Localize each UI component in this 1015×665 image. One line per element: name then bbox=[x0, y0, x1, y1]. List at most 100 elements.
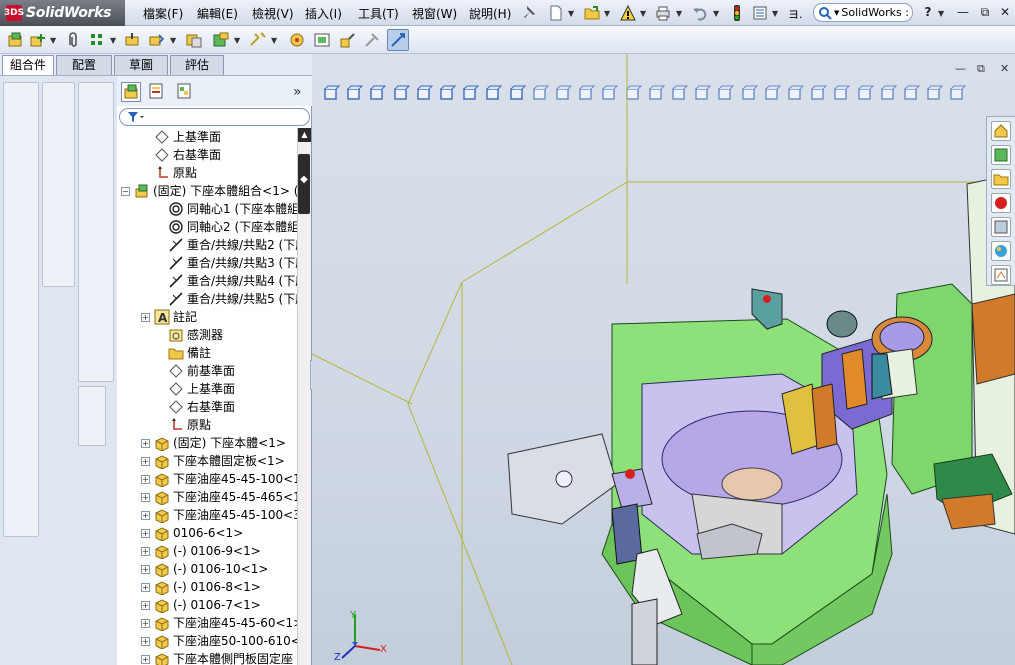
reference-geometry-icon[interactable] bbox=[248, 30, 268, 50]
feature-tree-node[interactable]: 原點 bbox=[141, 164, 197, 182]
expand-node-icon[interactable]: + bbox=[141, 600, 150, 610]
expand-panel-icon[interactable]: » bbox=[293, 84, 302, 100]
feature-tree-node[interactable]: + A 註記 bbox=[141, 308, 197, 326]
feature-tree-scroll-thumb[interactable]: ◆ bbox=[298, 154, 310, 214]
warning-icon[interactable] bbox=[618, 3, 638, 23]
feature-tree-node[interactable]: + 下座本體側門板固定座 bbox=[141, 650, 293, 665]
expand-node-icon[interactable]: + bbox=[141, 618, 150, 628]
feature-tree-node[interactable]: 右基準面 bbox=[141, 146, 221, 164]
feature-tree-node[interactable]: 上基準面 bbox=[141, 128, 221, 146]
feature-tree-node[interactable]: + 下座本體固定板<1> bbox=[141, 452, 285, 470]
feature-tree-node[interactable]: + (-) 0106-9<1> bbox=[141, 542, 261, 560]
pattern-dropdown-icon[interactable]: ▼ bbox=[110, 36, 116, 45]
feature-tree-node[interactable]: + (-) 0106-7<1> bbox=[141, 596, 261, 614]
open-dropdown-icon[interactable]: ▼ bbox=[604, 9, 610, 18]
custom-properties-icon[interactable] bbox=[991, 265, 1011, 285]
feature-tree-node[interactable]: 同軸心2 (下座本體組合 bbox=[155, 218, 297, 236]
scroll-up-icon[interactable]: ▲ bbox=[298, 128, 311, 142]
expand-node-icon[interactable]: + bbox=[141, 654, 150, 664]
expand-node-icon[interactable]: + bbox=[141, 564, 150, 574]
options-dropdown-icon[interactable]: ▼ bbox=[772, 9, 778, 18]
feature-tree-node[interactable]: + 下座油座45-45-465<1> bbox=[141, 488, 297, 506]
expand-node-icon[interactable]: + bbox=[141, 636, 150, 646]
tab-assembly[interactable]: 組合件 bbox=[2, 55, 54, 75]
feature-tree-node[interactable]: 備註 bbox=[155, 344, 211, 362]
feature-tree-node[interactable]: 重合/共線/共點5 (下座 bbox=[155, 290, 297, 308]
move-dropdown-icon[interactable]: ▼ bbox=[170, 36, 176, 45]
feature-tree-node[interactable]: 原點 bbox=[155, 416, 211, 434]
minimize-button[interactable]: — bbox=[954, 2, 972, 22]
close-button[interactable]: ✕ bbox=[996, 2, 1014, 22]
open-folder-icon[interactable] bbox=[582, 3, 602, 23]
menu-help[interactable]: 說明(H) bbox=[469, 5, 511, 22]
menu-window[interactable]: 視窗(W) bbox=[412, 5, 457, 22]
move-component-icon[interactable] bbox=[146, 30, 166, 50]
smart-fasteners-icon[interactable] bbox=[122, 30, 142, 50]
feature-tree-node[interactable]: 重合/共線/共點3 (下座 bbox=[155, 254, 297, 272]
menu-insert[interactable]: 插入(I) bbox=[305, 5, 342, 22]
expand-node-icon[interactable]: + bbox=[141, 546, 150, 556]
menu-file[interactable]: 檔案(F) bbox=[143, 5, 183, 22]
feature-tree-node[interactable]: + 下座油座45-45-60<1> bbox=[141, 614, 297, 632]
expand-node-icon[interactable]: + bbox=[141, 456, 150, 466]
print-icon[interactable] bbox=[653, 3, 673, 23]
feature-tree-node[interactable]: 感測器 bbox=[155, 326, 223, 344]
feature-tree-filter[interactable] bbox=[119, 108, 310, 126]
view-palette-icon[interactable] bbox=[991, 217, 1011, 237]
graphics-area[interactable]: — ⧉ ✕ Y X Z bbox=[312, 54, 1015, 665]
solidworks-resources-icon[interactable] bbox=[991, 121, 1011, 141]
help-button[interactable]: ? bbox=[919, 2, 937, 22]
feature-tree-node[interactable]: +0106-6<1> bbox=[141, 524, 243, 542]
new-dropdown-icon[interactable]: ▼ bbox=[568, 9, 574, 18]
menu-tools[interactable]: 工具(T) bbox=[358, 5, 399, 22]
feature-tree-node[interactable]: 前基準面 bbox=[155, 362, 235, 380]
expand-node-icon[interactable]: + bbox=[141, 528, 150, 538]
feature-tree-node[interactable]: 同軸心1 (下座本體組合 bbox=[155, 200, 297, 218]
print-dropdown-icon[interactable]: ▼ bbox=[676, 9, 682, 18]
tab-sketch[interactable]: 草圖 bbox=[114, 55, 168, 75]
menu-overflow[interactable]: ヨ. bbox=[788, 6, 803, 22]
pin-menu-icon[interactable] bbox=[521, 4, 537, 20]
appearances-icon[interactable] bbox=[991, 241, 1011, 261]
file-explorer-icon[interactable] bbox=[991, 169, 1011, 189]
menu-edit[interactable]: 編輯(E) bbox=[197, 5, 238, 22]
explode-line-sketch-icon[interactable] bbox=[362, 30, 382, 50]
expand-node-icon[interactable]: + bbox=[141, 492, 150, 502]
configuration-manager-tab-icon[interactable] bbox=[175, 82, 195, 102]
feature-tree-node[interactable]: 重合/共線/共點2 (下座 bbox=[155, 236, 297, 254]
reference-geometry-dropdown-icon[interactable]: ▼ bbox=[271, 36, 277, 45]
feature-tree-node[interactable]: + (固定) 下座本體<1> bbox=[141, 434, 286, 452]
feature-tree-node[interactable]: − (固定) 下座本體組合<1> ( bbox=[121, 182, 297, 200]
expand-node-icon[interactable]: + bbox=[141, 510, 150, 520]
undo-dropdown-icon[interactable]: ▼ bbox=[713, 9, 719, 18]
restore-button[interactable]: ⧉ bbox=[976, 2, 994, 22]
assembly-icon[interactable] bbox=[5, 30, 25, 50]
design-library-icon[interactable] bbox=[991, 145, 1011, 165]
search-dropdown-icon[interactable]: ▼ bbox=[834, 9, 839, 17]
assembly-features-icon[interactable] bbox=[211, 30, 231, 50]
search-results-icon[interactable] bbox=[991, 193, 1011, 213]
feature-tree-node[interactable]: + (-) 0106-10<1> bbox=[141, 560, 268, 578]
property-manager-tab-icon[interactable] bbox=[147, 82, 167, 102]
new-motion-study-icon[interactable] bbox=[287, 30, 307, 50]
help-dropdown-icon[interactable]: ▼ bbox=[938, 9, 944, 18]
feature-tree-node[interactable]: + 下座油座50-100-610<1 bbox=[141, 632, 297, 650]
feature-tree-node[interactable]: 重合/共線/共點4 (下座 bbox=[155, 272, 297, 290]
feature-tree-node[interactable]: 右基準面 bbox=[155, 398, 235, 416]
options-icon[interactable] bbox=[750, 3, 770, 23]
warning-dropdown-icon[interactable]: ▼ bbox=[640, 9, 646, 18]
bill-of-materials-icon[interactable] bbox=[312, 30, 332, 50]
linear-pattern-icon[interactable] bbox=[87, 30, 107, 50]
feature-tree-node[interactable]: + 下座油座45-45-100<1> bbox=[141, 470, 297, 488]
search-solidworks[interactable]: ▼ SolidWorks : bbox=[813, 3, 913, 22]
expand-node-icon[interactable]: + bbox=[141, 474, 150, 484]
tab-evaluate[interactable]: 評估 bbox=[170, 55, 224, 75]
expand-node-icon[interactable]: + bbox=[141, 582, 150, 592]
exploded-view-icon[interactable] bbox=[338, 30, 358, 50]
tab-layout[interactable]: 配置 bbox=[56, 55, 112, 75]
feature-tree-node[interactable]: + 下座油座45-45-100<3> bbox=[141, 506, 297, 524]
mate-paperclip-icon[interactable] bbox=[63, 30, 83, 50]
instant3d-icon[interactable] bbox=[387, 29, 409, 51]
insert-component-icon[interactable] bbox=[28, 30, 48, 50]
undo-icon[interactable] bbox=[690, 3, 710, 23]
